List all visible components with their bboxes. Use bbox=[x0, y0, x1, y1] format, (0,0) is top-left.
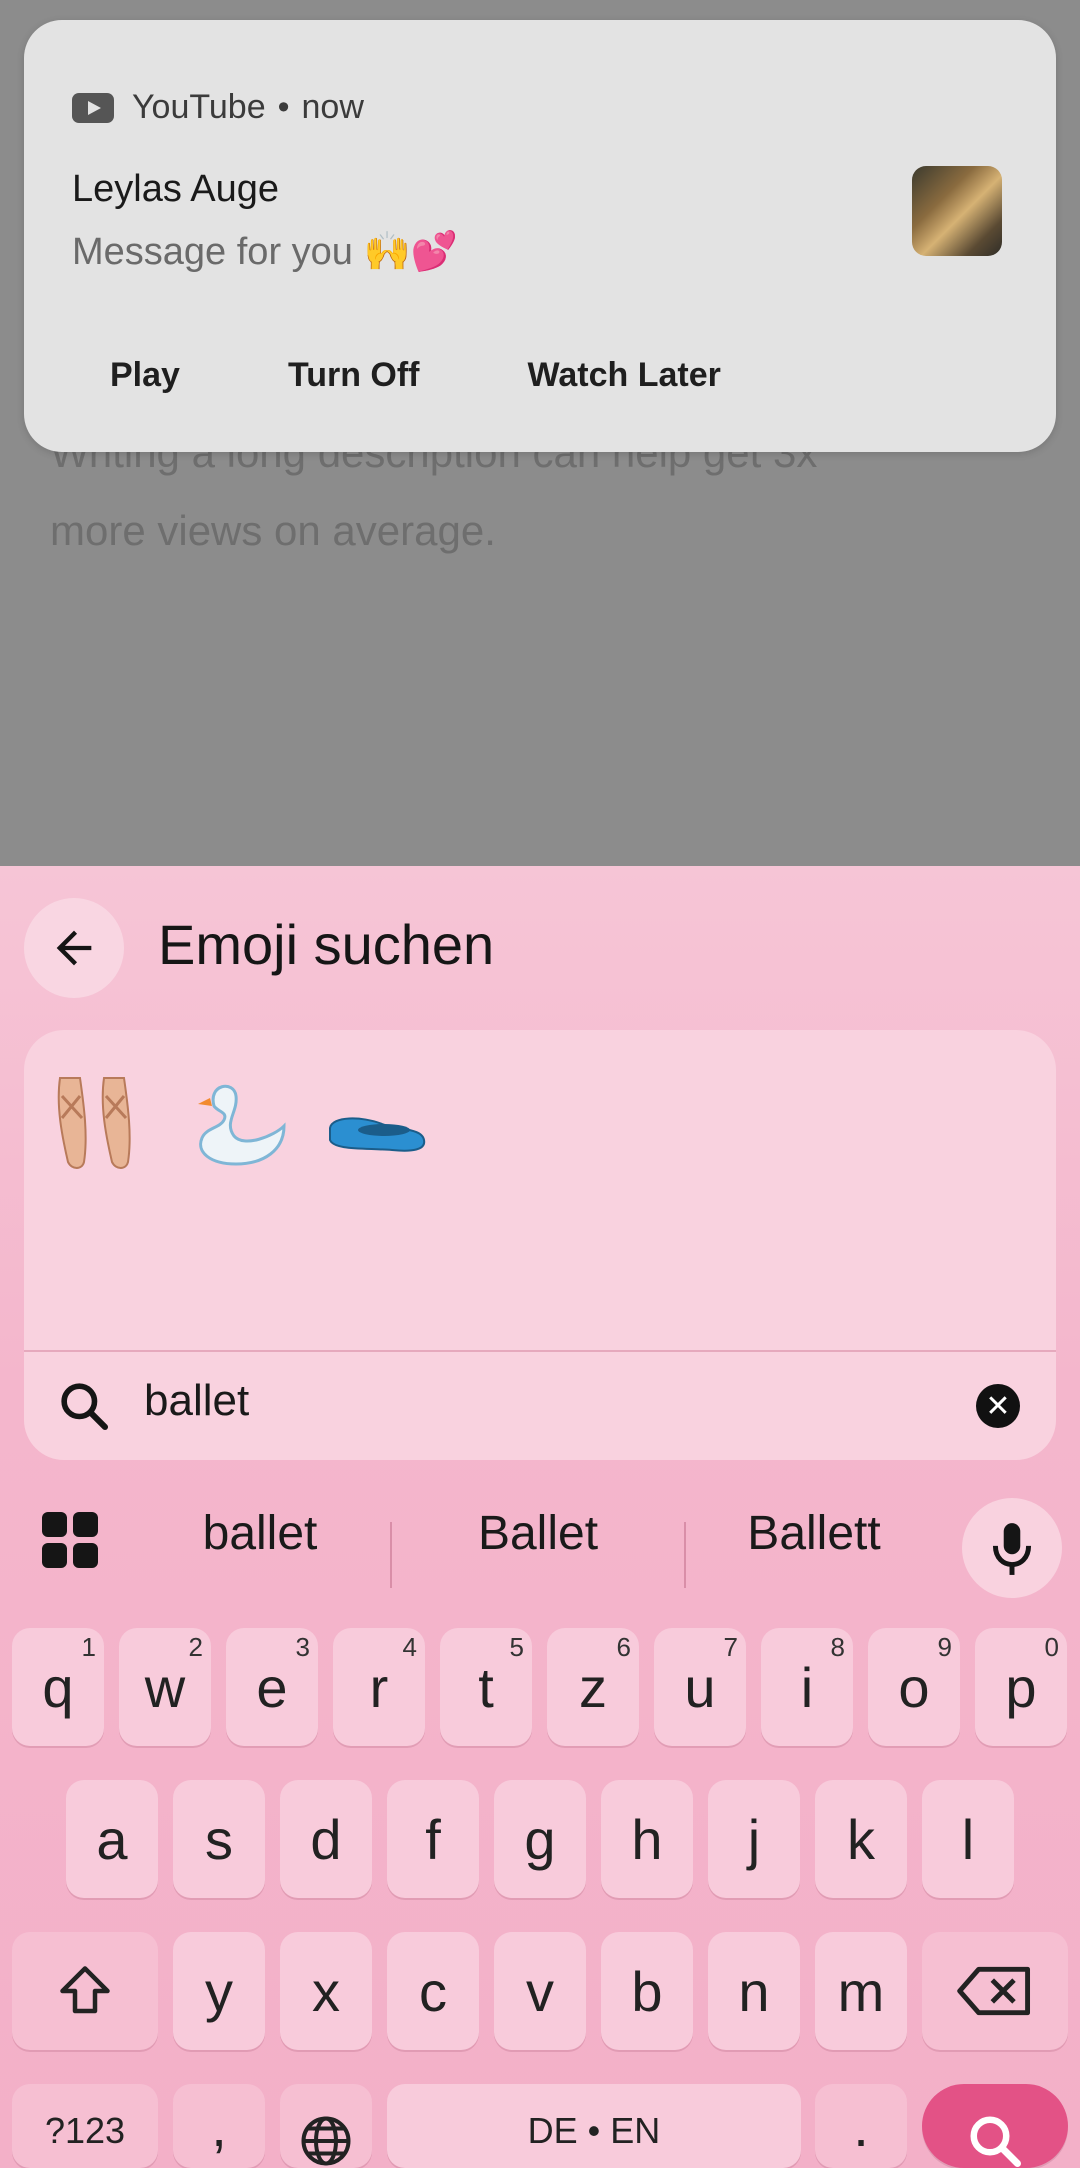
turn-off-button[interactable]: Turn Off bbox=[288, 356, 420, 395]
key-z[interactable]: z6 bbox=[547, 1628, 639, 1746]
play-button[interactable]: Play bbox=[110, 356, 180, 395]
notification-title: Leylas Auge bbox=[72, 168, 280, 210]
search-icon bbox=[61, 1383, 109, 1431]
ballet-shoes-emoji[interactable] bbox=[46, 1066, 156, 1176]
emoji-results bbox=[24, 1030, 1056, 1350]
key-u[interactable]: u7 bbox=[654, 1628, 746, 1746]
comma-key[interactable]: , bbox=[173, 2084, 265, 2168]
notification-actions: Play Turn Off Watch Later bbox=[110, 356, 829, 395]
key-i[interactable]: i8 bbox=[761, 1628, 853, 1746]
back-arrow-icon bbox=[56, 930, 92, 966]
key-r[interactable]: r4 bbox=[333, 1628, 425, 1746]
key-w[interactable]: w2 bbox=[119, 1628, 211, 1746]
key-x[interactable]: x bbox=[280, 1932, 372, 2050]
flat-shoe-icon bbox=[329, 1117, 426, 1152]
notification-message: Message for you 🙌💕 bbox=[72, 231, 459, 273]
key-a[interactable]: a bbox=[66, 1780, 158, 1898]
key-g[interactable]: g bbox=[494, 1780, 586, 1898]
key-d[interactable]: d bbox=[280, 1780, 372, 1898]
emoji-search-title: Emoji suchen bbox=[158, 913, 495, 976]
swan-icon bbox=[198, 1084, 286, 1166]
search-icon bbox=[970, 2116, 1021, 2167]
key-h[interactable]: h bbox=[601, 1780, 693, 1898]
back-button[interactable] bbox=[24, 898, 124, 998]
ballet-shoes-icon bbox=[57, 1077, 131, 1169]
key-b[interactable]: b bbox=[601, 1932, 693, 2050]
globe-icon bbox=[301, 2116, 351, 2166]
period-key[interactable]: . bbox=[815, 2084, 907, 2168]
key-l[interactable]: l bbox=[922, 1780, 1014, 1898]
keyboard-panel: Emoji suchen ballet ✕ ballet Ballet Ball… bbox=[0, 866, 1080, 2168]
notification-header: YouTube • now bbox=[72, 88, 364, 127]
youtube-icon bbox=[72, 92, 114, 123]
watch-later-button[interactable]: Watch Later bbox=[528, 356, 721, 395]
mic-button[interactable] bbox=[962, 1498, 1062, 1598]
clear-icon[interactable]: ✕ bbox=[976, 1384, 1020, 1428]
suggestion-2[interactable]: Ballet bbox=[408, 1506, 668, 1561]
key-f[interactable]: f bbox=[387, 1780, 479, 1898]
notification-thumbnail bbox=[912, 166, 1002, 256]
shift-key[interactable] bbox=[12, 1932, 158, 2050]
suggestion-bar: ballet Ballet Ballett bbox=[0, 1486, 1080, 1598]
suggestion-1[interactable]: ballet bbox=[130, 1506, 390, 1561]
key-p[interactable]: p0 bbox=[975, 1628, 1067, 1746]
apps-grid-icon[interactable] bbox=[42, 1512, 98, 1568]
emoji-search-field[interactable]: ballet ✕ bbox=[24, 1350, 1056, 1460]
flat-shoe-emoji[interactable] bbox=[322, 1066, 432, 1176]
key-c[interactable]: c bbox=[387, 1932, 479, 2050]
youtube-notification[interactable]: YouTube • now Leylas Auge Message for yo… bbox=[24, 20, 1056, 452]
key-s[interactable]: s bbox=[173, 1780, 265, 1898]
space-key[interactable]: DE • EN bbox=[387, 2084, 801, 2168]
key-o[interactable]: o9 bbox=[868, 1628, 960, 1746]
search-enter-key[interactable] bbox=[922, 2084, 1068, 2168]
key-t[interactable]: t5 bbox=[440, 1628, 532, 1746]
key-y[interactable]: y bbox=[173, 1932, 265, 2050]
notification-time: now bbox=[301, 88, 364, 126]
search-query[interactable]: ballet bbox=[144, 1376, 249, 1426]
backspace-key[interactable] bbox=[922, 1932, 1068, 2050]
backspace-icon bbox=[957, 1966, 1031, 2016]
key-n[interactable]: n bbox=[708, 1932, 800, 2050]
notification-app-name: YouTube bbox=[132, 88, 266, 126]
key-k[interactable]: k bbox=[815, 1780, 907, 1898]
language-key[interactable] bbox=[280, 2084, 372, 2168]
description-hint-line-2: more views on average. bbox=[50, 507, 496, 554]
shift-icon bbox=[60, 1966, 110, 2014]
notification-separator: • bbox=[277, 88, 290, 126]
key-j[interactable]: j bbox=[708, 1780, 800, 1898]
suggestion-divider bbox=[390, 1522, 392, 1588]
key-v[interactable]: v bbox=[494, 1932, 586, 2050]
key-e[interactable]: e3 bbox=[226, 1628, 318, 1746]
symbols-key[interactable]: ?123 bbox=[12, 2084, 158, 2168]
mic-icon bbox=[992, 1523, 1032, 1575]
key-m[interactable]: m bbox=[815, 1932, 907, 2050]
suggestion-3[interactable]: Ballett bbox=[684, 1506, 944, 1561]
swan-emoji[interactable] bbox=[184, 1066, 294, 1176]
key-q[interactable]: q1 bbox=[12, 1628, 104, 1746]
